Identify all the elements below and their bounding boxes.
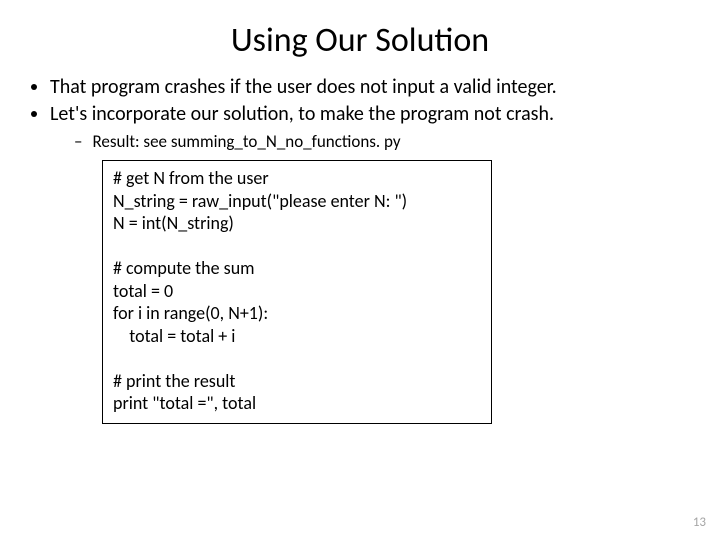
bullet-item-2: Let's incorporate our solution, to make …: [50, 102, 696, 152]
page-number: 13: [693, 515, 706, 530]
sub-bullet-1: Result: see summing_to_N_no_functions. p…: [74, 131, 696, 152]
slide-title: Using Our Solution: [24, 20, 696, 61]
bullet-item-1: That program crashes if the user does no…: [50, 75, 696, 100]
sub-bullet-list: Result: see summing_to_N_no_functions. p…: [50, 131, 696, 152]
bullet-item-2-text: Let's incorporate our solution, to make …: [50, 102, 554, 126]
slide: Using Our Solution That program crashes …: [0, 0, 720, 540]
bullet-list: That program crashes if the user does no…: [24, 75, 696, 152]
code-block: # get N from the user N_string = raw_inp…: [102, 160, 492, 424]
